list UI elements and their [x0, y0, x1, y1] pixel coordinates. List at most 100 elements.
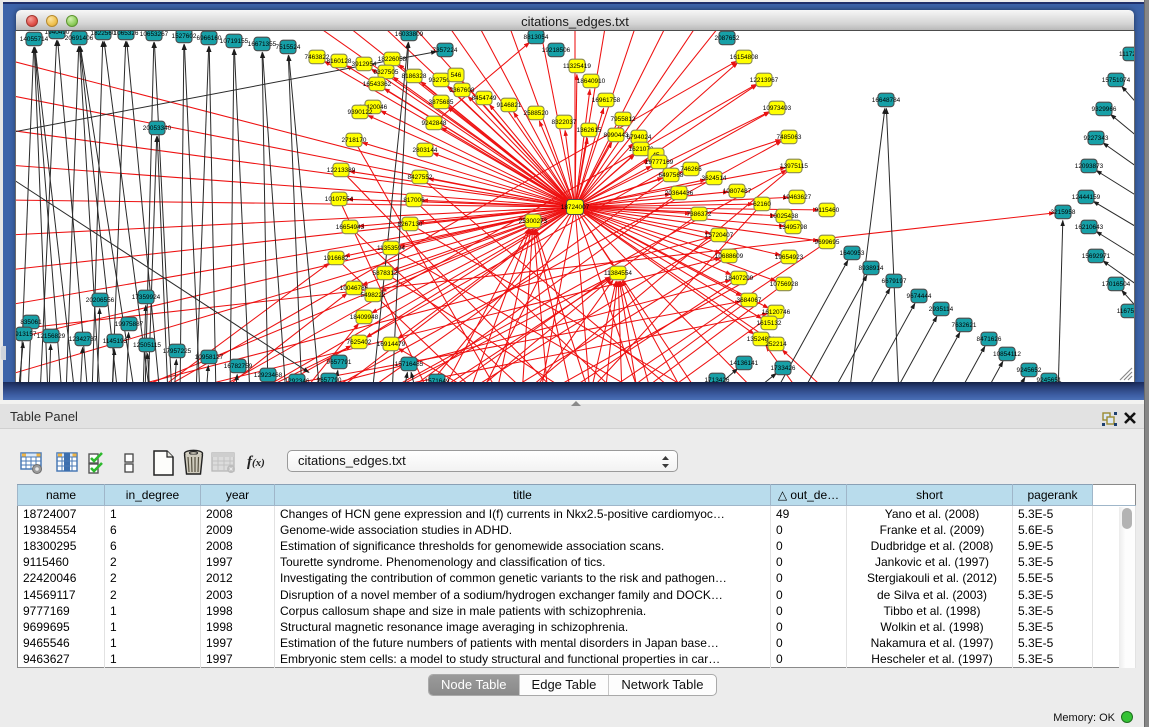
- svg-text:17359924: 17359924: [132, 294, 161, 301]
- svg-text:8160128: 8160128: [327, 58, 352, 65]
- svg-text:7515524: 7515524: [276, 44, 301, 51]
- svg-text:8471626: 8471626: [977, 336, 1002, 343]
- svg-text:9657791: 9657791: [327, 359, 352, 366]
- svg-text:1065326: 1065326: [114, 31, 139, 37]
- svg-text:20691406: 20691406: [65, 35, 94, 42]
- svg-text:746266: 746266: [680, 166, 702, 173]
- svg-text:9657790: 9657790: [317, 377, 342, 382]
- svg-text:10719155: 10719155: [220, 38, 249, 45]
- svg-text:3913157: 3913157: [16, 331, 37, 338]
- svg-text:1292346: 1292346: [285, 378, 310, 382]
- svg-text:10046786: 10046786: [340, 285, 369, 292]
- svg-text:7386372: 7386372: [687, 211, 712, 218]
- svg-text:10958127: 10958127: [195, 354, 224, 361]
- svg-text:20206556: 20206556: [86, 297, 115, 304]
- svg-text:3912954: 3912954: [352, 61, 377, 68]
- svg-text:8990443: 8990443: [604, 132, 629, 139]
- svg-text:12213389: 12213389: [327, 167, 356, 174]
- svg-text:546: 546: [451, 72, 462, 79]
- svg-text:6966160: 6966160: [197, 35, 222, 42]
- svg-text:9242848: 9242848: [422, 120, 447, 127]
- svg-text:9227343: 9227343: [1084, 135, 1109, 142]
- svg-text:835061: 835061: [20, 319, 42, 326]
- svg-text:8322037: 8322037: [552, 119, 577, 126]
- svg-text:5498222: 5498222: [361, 292, 386, 299]
- svg-text:14055714: 14055714: [20, 36, 49, 43]
- svg-text:9674444: 9674444: [907, 293, 932, 300]
- svg-text:12093873: 12093873: [1075, 163, 1104, 170]
- svg-text:1117244: 1117244: [1119, 51, 1135, 58]
- svg-text:13495798: 13495798: [779, 224, 808, 231]
- svg-text:2803144: 2803144: [413, 147, 438, 154]
- svg-text:19777169: 19777169: [645, 159, 674, 166]
- svg-text:1571649: 1571649: [425, 378, 450, 382]
- svg-text:12156829: 12156829: [37, 333, 66, 340]
- svg-text:16543362: 16543362: [363, 81, 392, 88]
- svg-text:19218506: 19218506: [542, 47, 571, 54]
- svg-text:18724007: 18724007: [561, 204, 590, 211]
- svg-text:9329966: 9329966: [1092, 106, 1117, 113]
- svg-text:16654943: 16654943: [336, 224, 365, 231]
- svg-text:16671355: 16671355: [248, 41, 277, 48]
- svg-text:12505115: 12505115: [133, 342, 161, 349]
- svg-text:14136141: 14136141: [730, 360, 759, 367]
- svg-text:1640953: 1640953: [840, 250, 865, 257]
- svg-text:6794024: 6794024: [627, 134, 652, 141]
- svg-text:7357224: 7357224: [433, 47, 458, 54]
- svg-text:25300273: 25300273: [519, 218, 548, 225]
- svg-text:1615132: 1615132: [757, 320, 782, 327]
- svg-text:15720407: 15720407: [705, 232, 734, 239]
- svg-text:9699695: 9699695: [815, 239, 840, 246]
- svg-text:15751074: 15751074: [1102, 77, 1131, 84]
- svg-text:1145193: 1145193: [103, 338, 128, 345]
- svg-text:11353594: 11353594: [377, 245, 405, 252]
- svg-text:15692971: 15692971: [1082, 253, 1111, 260]
- svg-text:8813054: 8813054: [524, 34, 549, 41]
- svg-text:17016504: 17016504: [1102, 281, 1131, 288]
- svg-text:10854112: 10854112: [993, 351, 1021, 358]
- svg-text:62160: 62160: [753, 201, 771, 208]
- svg-text:6679197: 6679197: [882, 278, 907, 285]
- svg-text:18226058: 18226058: [378, 56, 407, 63]
- svg-text:8186328: 8186328: [402, 73, 427, 80]
- svg-text:1527602: 1527602: [172, 33, 197, 40]
- svg-text:15716485: 15716485: [395, 361, 424, 368]
- svg-text:3684067: 3684067: [737, 297, 762, 304]
- svg-text:8938914: 8938914: [859, 265, 884, 272]
- svg-text:10107554: 10107554: [325, 196, 354, 203]
- svg-text:1916682: 1916682: [324, 255, 349, 262]
- svg-text:16154808: 16154808: [730, 54, 759, 61]
- svg-text:9327505: 9327505: [374, 69, 399, 76]
- svg-text:9390122: 9390122: [348, 109, 373, 116]
- svg-text:817006: 817006: [403, 197, 425, 204]
- svg-text:1822560: 1822560: [91, 31, 116, 37]
- svg-text:9146821: 9146821: [497, 102, 522, 109]
- svg-text:13975115: 13975115: [780, 163, 808, 170]
- svg-text:252214: 252214: [765, 341, 787, 348]
- svg-text:2588520: 2588520: [524, 110, 549, 117]
- svg-text:5878312: 5878312: [373, 270, 398, 277]
- svg-text:1362615: 1362615: [577, 127, 602, 134]
- svg-text:19975887: 19975887: [115, 321, 144, 328]
- svg-text:9245651: 9245651: [1037, 377, 1062, 382]
- svg-text:16961758: 16961758: [592, 97, 621, 104]
- svg-text:8267130: 8267130: [398, 221, 423, 228]
- svg-text:10807487: 10807487: [723, 188, 752, 195]
- svg-text:16033809: 16033809: [395, 31, 424, 38]
- svg-text:6497568: 6497568: [659, 172, 684, 179]
- svg-text:7955812: 7955812: [611, 116, 636, 123]
- svg-text:16120746: 16120746: [762, 309, 791, 316]
- svg-text:7632621: 7632621: [952, 322, 977, 329]
- svg-text:1733426: 1733426: [771, 365, 796, 372]
- svg-text:8427552: 8427552: [408, 174, 433, 181]
- svg-text:9245652: 9245652: [1017, 367, 1042, 374]
- svg-text:16914479: 16914479: [377, 341, 406, 348]
- svg-text:19654923: 19654923: [775, 254, 804, 261]
- svg-text:2718170: 2718170: [342, 137, 367, 144]
- svg-text:2087652: 2087652: [715, 35, 740, 42]
- svg-text:10653267: 10653267: [140, 31, 169, 38]
- svg-text:11384554: 11384554: [604, 270, 632, 277]
- svg-text:10688609: 10688609: [715, 253, 744, 260]
- svg-text:3215958: 3215958: [1051, 209, 1076, 216]
- svg-text:7485063: 7485063: [777, 134, 802, 141]
